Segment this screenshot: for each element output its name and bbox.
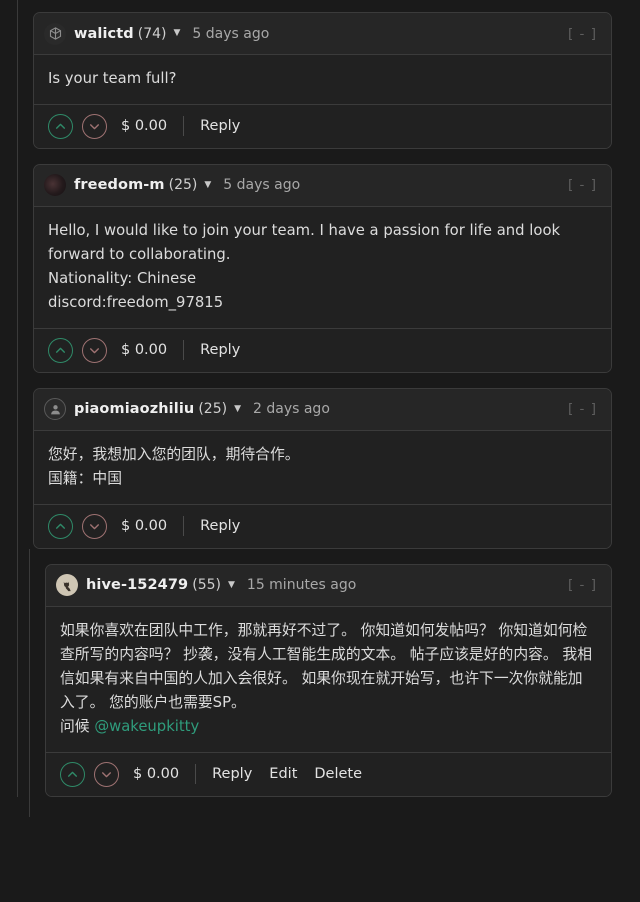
downvote-button[interactable] xyxy=(82,337,107,363)
comment-body: 您好，我想加入您的团队，期待合作。 国籍：中国 xyxy=(34,431,611,505)
comment-item: freedom-m (25) ▼ 5 days ago [ - ] Hello,… xyxy=(0,163,640,373)
collapse-toggle[interactable]: [ - ] xyxy=(568,177,599,193)
comment-header: walictd (74) ▼ 5 days ago [ - ] xyxy=(34,13,611,55)
delete-button[interactable]: Delete xyxy=(314,766,362,782)
user-mention-link[interactable]: @wakeupkitty xyxy=(94,718,199,735)
reply-button[interactable]: Reply xyxy=(212,766,252,782)
comment-author[interactable]: freedom-m xyxy=(74,177,165,193)
comment-header: freedom-m (25) ▼ 5 days ago [ - ] xyxy=(34,164,611,207)
payout-value[interactable]: $ 0.00 xyxy=(121,518,167,534)
chevron-down-icon[interactable]: ▼ xyxy=(173,29,180,38)
upvote-button[interactable] xyxy=(48,513,73,539)
comment-paragraph: 国籍：中国 xyxy=(48,469,122,487)
comment-body: Hello, I would like to join your team. I… xyxy=(34,207,611,329)
photo-avatar-icon[interactable] xyxy=(44,174,66,197)
comment-card: walictd (74) ▼ 5 days ago [ - ] Is your … xyxy=(33,12,612,149)
action-divider xyxy=(183,116,185,137)
comment-item: walictd (74) ▼ 5 days ago [ - ] Is your … xyxy=(0,12,640,149)
author-reputation: (25) xyxy=(168,177,198,194)
comment-paragraph: discord:freedom_97815 xyxy=(48,293,224,311)
author-reputation: (74) xyxy=(137,25,167,42)
cube-avatar-icon xyxy=(44,22,66,45)
payout-value[interactable]: $ 0.00 xyxy=(133,766,179,782)
comment-author[interactable]: piaomiaozhiliu xyxy=(74,401,194,417)
reply-button[interactable]: Reply xyxy=(200,342,240,358)
author-reputation: (25) xyxy=(198,401,228,418)
upvote-button[interactable] xyxy=(60,761,85,787)
collapse-toggle[interactable]: [ - ] xyxy=(568,401,599,417)
author-reputation: (55) xyxy=(192,577,221,594)
action-divider xyxy=(183,340,185,361)
comment-item: hive-152479 (55) ▼ 15 minutes ago [ - ] … xyxy=(0,548,640,817)
chevron-down-icon[interactable]: ▼ xyxy=(228,580,235,590)
comment-actions: $ 0.00 Reply xyxy=(34,328,611,372)
silhouette-avatar-icon[interactable] xyxy=(44,398,66,421)
comment-greeting-line: 问候 @wakeupkitty xyxy=(60,715,597,739)
comment-body: Is your team full? xyxy=(34,55,611,105)
reply-button[interactable]: Reply xyxy=(200,518,240,534)
comment-timestamp[interactable]: 5 days ago xyxy=(192,26,269,42)
payout-value[interactable]: $ 0.00 xyxy=(121,118,167,134)
comment-card: freedom-m (25) ▼ 5 days ago [ - ] Hello,… xyxy=(33,163,612,373)
edit-button[interactable]: Edit xyxy=(269,766,297,782)
greeting-text: 问候 xyxy=(60,717,95,735)
comment-paragraph: Nationality: Chinese xyxy=(48,269,197,287)
comment-timestamp[interactable]: 5 days ago xyxy=(223,177,300,193)
comment-actions: $ 0.00 Reply xyxy=(34,504,611,548)
reply-button[interactable]: Reply xyxy=(200,118,240,134)
action-divider xyxy=(183,516,185,537)
downvote-button[interactable] xyxy=(94,761,119,787)
comment-actions: $ 0.00 Reply xyxy=(34,104,611,148)
comment-header: piaomiaozhiliu (25) ▼ 2 days ago [ - ] xyxy=(34,388,611,431)
comment-header: hive-152479 (55) ▼ 15 minutes ago [ - ] xyxy=(46,564,611,607)
comment-paragraph: 如果你喜欢在团队中工作，那就再好不过了。 你知道如何发帖吗？ 你知道如何检查所写… xyxy=(60,621,593,711)
comment-item: piaomiaozhiliu (25) ▼ 2 days ago [ - ] 您… xyxy=(0,387,640,549)
comment-card: piaomiaozhiliu (25) ▼ 2 days ago [ - ] 您… xyxy=(33,387,612,549)
comment-card: hive-152479 (55) ▼ 15 minutes ago [ - ] … xyxy=(45,563,612,797)
upvote-button[interactable] xyxy=(48,113,73,139)
cat-avatar-icon[interactable] xyxy=(56,574,78,597)
upvote-button[interactable] xyxy=(48,337,73,363)
comment-timestamp[interactable]: 15 minutes ago xyxy=(247,577,356,593)
comment-author[interactable]: hive-152479 xyxy=(86,577,188,593)
payout-value[interactable]: $ 0.00 xyxy=(121,342,167,358)
comment-actions: $ 0.00 Reply Edit Delete xyxy=(46,752,611,796)
thread-line-level-2 xyxy=(29,548,30,817)
comment-paragraph: Hello, I would like to join your team. I… xyxy=(48,221,561,263)
collapse-toggle[interactable]: [ - ] xyxy=(568,26,599,42)
comment-body: 如果你喜欢在团队中工作，那就再好不过了。 你知道如何发帖吗？ 你知道如何检查所写… xyxy=(46,607,611,753)
collapse-toggle[interactable]: [ - ] xyxy=(568,577,599,593)
action-divider xyxy=(195,764,197,785)
comment-paragraph: Is your team full? xyxy=(48,70,177,87)
comment-thread: walictd (74) ▼ 5 days ago [ - ] Is your … xyxy=(0,0,640,817)
chevron-down-icon[interactable]: ▼ xyxy=(204,180,211,190)
downvote-button[interactable] xyxy=(82,513,107,539)
downvote-button[interactable] xyxy=(82,113,107,139)
chevron-down-icon[interactable]: ▼ xyxy=(234,404,241,414)
comment-timestamp[interactable]: 2 days ago xyxy=(253,401,330,417)
comment-paragraph: 您好，我想加入您的团队，期待合作。 xyxy=(48,445,300,463)
comment-author[interactable]: walictd xyxy=(74,26,134,42)
